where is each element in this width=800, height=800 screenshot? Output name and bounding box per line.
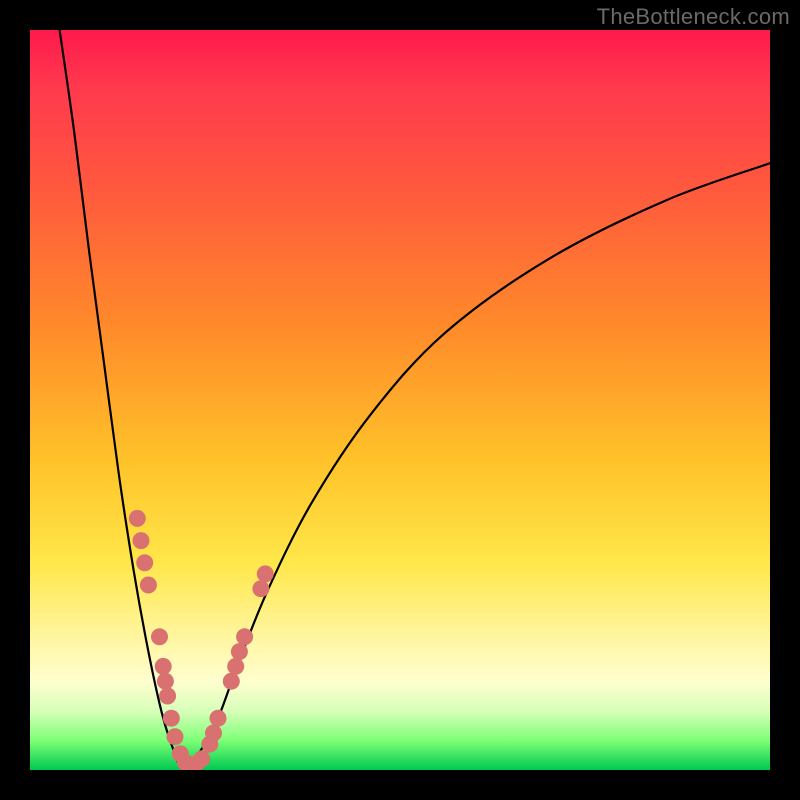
left-branch-path [60,30,178,763]
marker-dot [231,643,248,660]
marker-dot [193,750,210,767]
marker-dot [136,554,153,571]
marker-dot [151,628,168,645]
marker-dot [205,725,222,742]
marker-dot [157,673,174,690]
chart-frame: TheBottleneck.com [0,0,800,800]
marker-dot [129,510,146,527]
marker-dot [155,658,172,675]
right-branch-path [193,163,770,762]
marker-dot [227,658,244,675]
plot-area [30,30,770,770]
marker-dot [159,688,176,705]
watermark-text: TheBottleneck.com [597,4,790,30]
marker-dot [163,710,180,727]
marker-dot [252,580,269,597]
marker-dot [133,532,150,549]
marker-dot [210,710,227,727]
marker-group [129,510,274,770]
marker-dot [223,673,240,690]
marker-dot [167,728,184,745]
marker-dot [236,628,253,645]
marker-dot [257,565,274,582]
curve-layer [30,30,770,770]
marker-dot [140,577,157,594]
